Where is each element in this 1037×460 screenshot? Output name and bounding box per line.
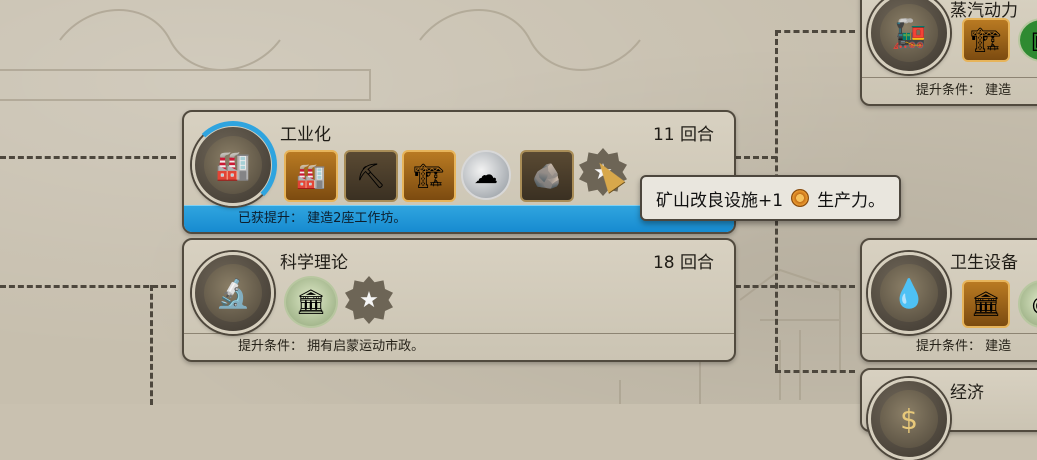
star-policy-icon[interactable]: ★ [345,276,393,324]
tech-medallion-industrialization[interactable]: 🏭 [189,121,277,209]
tech-title: 科学理论 [280,253,348,273]
university-building-icon[interactable]: 🏛 [284,276,338,328]
locomotive-icon: 🚂 [880,4,938,62]
connector-line [0,156,176,159]
water-drop-icon: 💧 [880,264,938,322]
mine-improvement-icon[interactable]: ⛏ [344,150,398,202]
tech-turns: 11 回合 [652,125,714,145]
tooltip-text-prefix: 矿山改良设施+1 [656,190,784,211]
boost-requirement: 提升条件： 拥有启蒙运动市政。 [184,333,734,360]
production-icon [791,189,810,207]
connector-line [775,30,855,33]
tooltip-text-suffix: 生产力。 [817,190,886,211]
tech-medallion-scientific-theory[interactable]: 🔬 [192,252,274,334]
tooltip: 矿山改良设施+1 生产力。 [640,175,902,221]
boost-requirement: 提升条件： 建造 [862,77,1037,104]
connector-line [735,285,855,288]
unit-icon[interactable]: ▣ [1018,18,1037,62]
connector-line [150,285,153,405]
building-icon[interactable]: 🏗 [962,18,1010,62]
tech-title: 卫生设备 [950,253,1018,273]
resource-icon[interactable]: ☁ [461,150,511,200]
building-icon[interactable]: 🏛 [962,280,1010,328]
unit-icon[interactable]: ◉ [1018,280,1037,328]
microscope-icon: 🔬 [204,264,262,322]
factory-building-icon[interactable]: 🏗 [402,150,456,202]
industrialization-icon: 🏭 [204,136,262,194]
tech-title: 经济 [950,383,984,403]
quarry-improvement-icon[interactable]: 🪨 [520,150,574,202]
tech-medallion-sanitation[interactable]: 💧 [868,252,950,334]
economics-icon: $ [880,390,938,448]
boost-requirement: 提升条件： 建造 [862,333,1037,360]
tech-medallion-economics[interactable]: $ [868,378,950,460]
connector-line [735,156,777,159]
tech-turns: 18 回合 [652,253,714,273]
workshop-building-icon[interactable]: 🏭 [284,150,338,202]
connector-line [775,370,855,373]
tech-title: 工业化 [280,125,331,145]
